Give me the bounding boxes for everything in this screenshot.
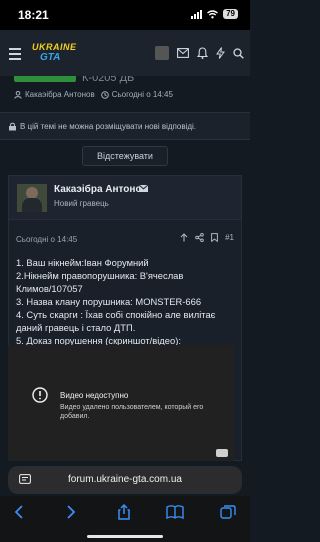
thread-header: К-0205 ДБ Какаэібра Антонов Сьогодні о 1… <box>0 76 250 106</box>
post-line: 3. Назва клану порушника: MONSTER-666 <box>16 296 202 307</box>
post-author[interactable]: Какаэібра Антонов <box>54 184 148 195</box>
user-role: Новий гравець <box>54 199 109 208</box>
post-line: 1. Ваш нікнейм:Іван Форумний <box>16 257 149 268</box>
search-icon[interactable] <box>233 47 244 59</box>
tabs-icon[interactable] <box>218 504 238 520</box>
forward-icon[interactable] <box>60 504 80 520</box>
author-avatar[interactable] <box>17 184 47 212</box>
bookmarks-icon[interactable] <box>165 504 185 520</box>
site-logo[interactable]: UKRAINE GTA <box>30 42 76 66</box>
thread-meta: Какаэібра Антонов Сьогодні о 14:45 <box>14 90 173 99</box>
status-indicators: 79 <box>191 9 238 19</box>
site-header: UKRAINE GTA <box>0 30 250 76</box>
post-header: Какаэібра Антонов Новий гравець <box>9 176 241 220</box>
post-number[interactable]: #1 <box>225 233 234 242</box>
post-line: Климов/107057 <box>16 283 83 294</box>
home-indicator[interactable] <box>87 535 163 538</box>
status-time: 18:21 <box>18 8 49 22</box>
post-line: 2.Нікнейм правопорушника: В'ячеслав <box>16 270 184 281</box>
video-embed[interactable]: Видео недоступно Видео удалено пользоват… <box>8 345 234 461</box>
youtube-icon[interactable] <box>216 449 228 457</box>
envelope-icon <box>139 185 148 192</box>
share-icon[interactable] <box>195 233 204 242</box>
menu-icon[interactable] <box>9 48 21 63</box>
notice-text: В цій темі не можна розміщувати нові від… <box>20 122 197 131</box>
user-avatar-icon[interactable] <box>155 46 169 60</box>
post-body: 1. Ваш нікнейм:Іван Форумний 2.Нікнейм п… <box>16 256 236 347</box>
post-line: 4. Суть скарги : Їхав собі спокійно але … <box>16 309 216 320</box>
post-actions: #1 <box>180 233 234 242</box>
arrow-up-icon[interactable] <box>180 233 188 242</box>
video-error-description: Видео удалено пользователем, который его… <box>60 404 204 420</box>
status-bar: 18:21 79 <box>0 0 250 30</box>
thread-date[interactable]: Сьогодні о 14:45 <box>112 90 173 99</box>
locked-notice: В цій темі не можна розміщувати нові від… <box>0 112 250 140</box>
back-icon[interactable] <box>10 504 30 520</box>
mail-icon[interactable] <box>177 48 189 58</box>
battery-icon: 79 <box>223 9 238 19</box>
lightning-icon[interactable] <box>216 47 225 59</box>
thread-author[interactable]: Какаэібра Антонов <box>25 90 95 99</box>
thread-title: К-0205 ДБ <box>82 76 135 84</box>
logo-line1: UKRAINE <box>32 42 77 52</box>
user-icon <box>14 90 22 99</box>
wifi-icon <box>207 9 219 18</box>
watch-button[interactable]: Відстежувати <box>82 146 168 166</box>
warning-icon <box>32 387 48 403</box>
logo-line2: GTA <box>40 52 61 63</box>
url-text[interactable]: forum.ukraine-gta.com.ua <box>8 474 242 485</box>
lock-icon <box>9 122 16 131</box>
clock-icon <box>100 90 109 99</box>
share-sheet-icon[interactable] <box>114 504 134 520</box>
video-error-title: Видео недоступно <box>60 391 129 400</box>
address-bar[interactable]: forum.ukraine-gta.com.ua <box>8 466 242 494</box>
header-icons <box>155 46 244 60</box>
post-date[interactable]: Сьогодні о 14:45 <box>16 235 77 244</box>
post-line: даний гравець і стало ДТП. <box>16 322 136 333</box>
thread-prefix-badge <box>14 76 76 82</box>
signal-icon <box>191 9 203 19</box>
bookmark-icon[interactable] <box>211 233 218 242</box>
bell-icon[interactable] <box>197 47 208 59</box>
